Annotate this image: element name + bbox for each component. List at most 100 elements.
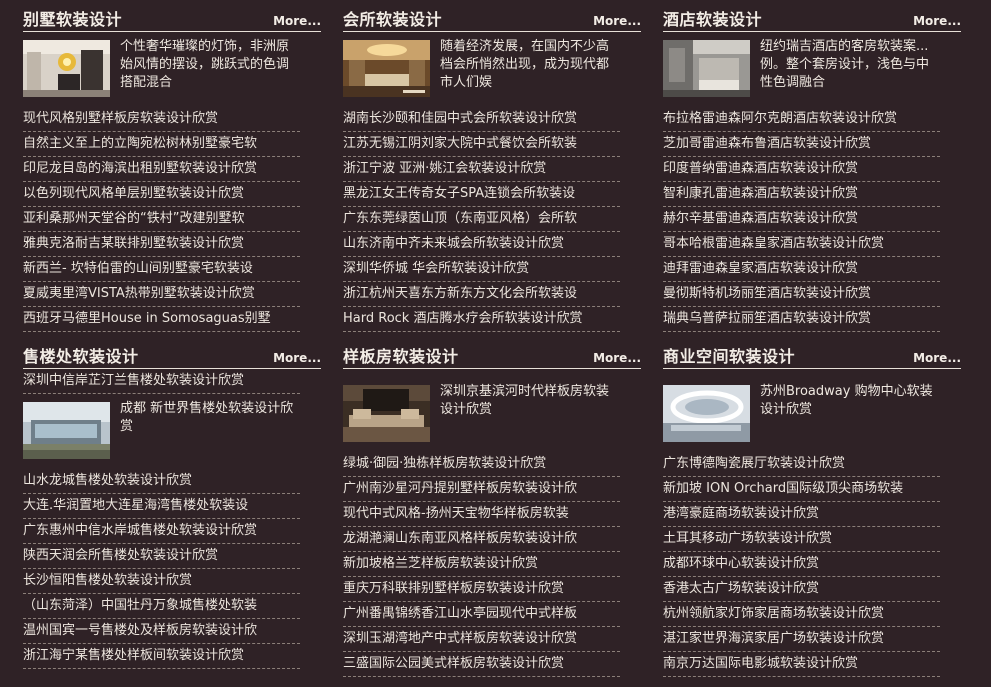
article-list: 广东博德陶瓷展厅软装设计欣赏 新加坡 ION Orchard国际级顶尖商场软装 …: [663, 452, 961, 677]
sales-office-section: 售楼处软装设计 More... 深圳中信岸芷汀兰售楼处软装设计欣赏 成都 新世界…: [23, 346, 321, 669]
feature-article[interactable]: 成都 新世界售楼处软装设计欣赏: [23, 400, 321, 469]
list-item[interactable]: 温州国宾一号售楼处及样板房软装设计欣: [23, 619, 300, 644]
list-item[interactable]: 广东惠州中信水岸城售楼处软装设计欣赏: [23, 519, 300, 544]
more-link[interactable]: More...: [913, 13, 961, 29]
more-link[interactable]: More...: [593, 13, 641, 29]
list-item[interactable]: 深圳中信岸芷汀兰售楼处软装设计欣赏: [23, 369, 300, 394]
feature-article[interactable]: 随着经济发展，在国内不少高档会所悄然出现，成为现代都市人们娱: [343, 38, 641, 107]
feature-thumbnail[interactable]: [23, 40, 110, 97]
feature-article[interactable]: 苏州Broadway 购物中心软装设计欣赏: [663, 383, 961, 452]
section-header: 商业空间软装设计 More...: [663, 346, 961, 369]
section-header: 会所软装设计 More...: [343, 9, 641, 32]
list-item[interactable]: 杭州领航家灯饰家居商场软装设计欣赏: [663, 602, 940, 627]
list-item[interactable]: 香港太古广场软装设计欣赏: [663, 577, 940, 602]
feature-thumbnail[interactable]: [343, 40, 430, 97]
list-item[interactable]: 亚利桑那州天堂谷的“铁村”改建别墅软: [23, 207, 300, 232]
article-list: 布拉格雷迪森阿尔克朗酒店软装设计欣赏 芝加哥雷迪森布鲁酒店软装设计欣赏 印度普纳…: [663, 107, 961, 332]
list-item[interactable]: 广东博德陶瓷展厅软装设计欣赏: [663, 452, 940, 477]
section-header: 酒店软装设计 More...: [663, 9, 961, 32]
list-item[interactable]: 大连.华润置地大连星海湾售楼处软装设: [23, 494, 300, 519]
section-title: 售楼处软装设计: [23, 347, 139, 366]
list-item[interactable]: 陕西天润会所售楼处软装设计欣赏: [23, 544, 300, 569]
list-item[interactable]: 迪拜雷迪森皇家酒店软装设计欣赏: [663, 257, 940, 282]
feature-description[interactable]: 成都 新世界售楼处软装设计欣赏: [120, 400, 300, 436]
list-item[interactable]: 土耳其移动广场软装设计欣赏: [663, 527, 940, 552]
feature-thumbnail[interactable]: [23, 402, 110, 459]
feature-description[interactable]: 深圳京基滨河时代样板房软装设计欣赏: [440, 383, 620, 419]
list-item[interactable]: 西班牙马德里House in Somosaguas别墅: [23, 307, 300, 332]
list-item[interactable]: 以色列现代风格单层别墅软装设计欣赏: [23, 182, 300, 207]
list-item[interactable]: 长沙恒阳售楼处软装设计欣赏: [23, 569, 300, 594]
list-item[interactable]: 浙江杭州天喜东方新东方文化会所软装设: [343, 282, 620, 307]
list-item[interactable]: 瑞典乌普萨拉丽笙酒店软装设计欣赏: [663, 307, 940, 332]
list-item[interactable]: 浙江宁波 亚洲·姚江会软装设计欣赏: [343, 157, 620, 182]
list-item[interactable]: 绿城·御园·独栋样板房软装设计欣赏: [343, 452, 620, 477]
list-item[interactable]: 重庆万科联排别墅样板房软装设计欣赏: [343, 577, 620, 602]
list-item[interactable]: 哥本哈根雷迪森皇家酒店软装设计欣赏: [663, 232, 940, 257]
article-list: 湖南长沙颐和佳园中式会所软装设计欣赏 江苏无锡江阴刘家大院中式餐饮会所软装 浙江…: [343, 107, 641, 332]
list-item[interactable]: 深圳玉湖湾地产中式样板房软装设计欣赏: [343, 627, 620, 652]
list-item[interactable]: 雅典克洛耐吉某联排别墅软装设计欣赏: [23, 232, 300, 257]
section-title: 别墅软装设计: [23, 10, 123, 29]
list-item[interactable]: 印尼龙目岛的海滨出租别墅软装设计欣赏: [23, 157, 300, 182]
list-item[interactable]: Hard Rock 酒店腾水疗会所软装设计欣赏: [343, 307, 620, 332]
commercial-section: 商业空间软装设计 More... 苏州Broadway 购物中心软装设计欣赏 广…: [663, 346, 961, 677]
list-item[interactable]: 深圳华侨城 华会所软装设计欣赏: [343, 257, 620, 282]
feature-article[interactable]: 纽约瑞吉酒店的客房软装案...例。整个套房设计，浅色与中性色调融合: [663, 38, 961, 107]
list-item[interactable]: 自然主义至上的立陶宛松树林别墅豪宅软: [23, 132, 300, 157]
feature-description[interactable]: 纽约瑞吉酒店的客房软装案...例。整个套房设计，浅色与中性色调融合: [760, 38, 940, 92]
list-item[interactable]: 新西兰- 坎特伯雷的山间别墅豪宅软装设: [23, 257, 300, 282]
list-item[interactable]: 现代中式风格-扬州天宝物华样板房软装: [343, 502, 620, 527]
list-item[interactable]: 港湾豪庭商场软装设计欣赏: [663, 502, 940, 527]
more-link[interactable]: More...: [273, 13, 321, 29]
article-list: 现代风格别墅样板房软装设计欣赏 自然主义至上的立陶宛松树林别墅豪宅软 印尼龙目岛…: [23, 107, 321, 332]
list-item[interactable]: 现代风格别墅样板房软装设计欣赏: [23, 107, 300, 132]
list-item[interactable]: 新加坡格兰芝样板房软装设计欣赏: [343, 552, 620, 577]
feature-description[interactable]: 个性奢华璀璨的灯饰，非洲原始风情的摆设，跳跃式的色调搭配混合: [120, 38, 300, 92]
article-list: 山水龙城售楼处软装设计欣赏 大连.华润置地大连星海湾售楼处软装设 广东惠州中信水…: [23, 469, 321, 669]
list-item[interactable]: 赫尔辛基雷迪森酒店软装设计欣赏: [663, 207, 940, 232]
list-item[interactable]: 印度普纳雷迪森酒店软装设计欣赏: [663, 157, 940, 182]
feature-thumbnail[interactable]: [663, 385, 750, 442]
list-item[interactable]: 成都环球中心软装设计欣赏: [663, 552, 940, 577]
article-list: 绿城·御园·独栋样板房软装设计欣赏 广州南沙星河丹提别墅样板房软装设计欣 现代中…: [343, 452, 641, 677]
feature-thumbnail[interactable]: [343, 385, 430, 442]
feature-description[interactable]: 苏州Broadway 购物中心软装设计欣赏: [760, 383, 940, 419]
list-item[interactable]: 布拉格雷迪森阿尔克朗酒店软装设计欣赏: [663, 107, 940, 132]
list-item[interactable]: 三盛国际公园美式样板房软装设计欣赏: [343, 652, 620, 677]
showroom-section: 样板房软装设计 More... 深圳京基滨河时代样板房软装设计欣赏 绿城·御园·…: [343, 346, 641, 677]
list-item[interactable]: 山东济南中齐未来城会所软装设计欣赏: [343, 232, 620, 257]
feature-article[interactable]: 个性奢华璀璨的灯饰，非洲原始风情的摆设，跳跃式的色调搭配混合: [23, 38, 321, 107]
more-link[interactable]: More...: [273, 350, 321, 366]
more-link[interactable]: More...: [593, 350, 641, 366]
list-item[interactable]: 龙湖滟澜山东南亚风格样板房软装设计欣: [343, 527, 620, 552]
section-title: 酒店软装设计: [663, 10, 763, 29]
list-item[interactable]: 夏威夷里湾VISTA热带别墅软装设计欣赏: [23, 282, 300, 307]
section-header: 样板房软装设计 More...: [343, 346, 641, 369]
list-item[interactable]: 黑龙江女王传奇女子SPA连锁会所软装设: [343, 182, 620, 207]
list-item[interactable]: （山东菏泽）中国牡丹万象城售楼处软装: [23, 594, 300, 619]
list-item[interactable]: 曼彻斯特机场丽笙酒店软装设计欣赏: [663, 282, 940, 307]
more-link[interactable]: More...: [913, 350, 961, 366]
list-item[interactable]: 广州番禺锦绣香江山水亭园现代中式样板: [343, 602, 620, 627]
section-title: 商业空间软装设计: [663, 347, 796, 366]
list-item[interactable]: 芝加哥雷迪森布鲁酒店软装设计欣赏: [663, 132, 940, 157]
club-section: 会所软装设计 More... 随着经济发展，在国内不少高档会所悄然出现，成为现代…: [343, 9, 641, 332]
feature-article[interactable]: 深圳京基滨河时代样板房软装设计欣赏: [343, 383, 641, 452]
list-item[interactable]: 湖南长沙颐和佳园中式会所软装设计欣赏: [343, 107, 620, 132]
list-item[interactable]: 新加坡 ION Orchard国际级顶尖商场软装: [663, 477, 940, 502]
list-item[interactable]: 湛江家世界海滨家居广场软装设计欣赏: [663, 627, 940, 652]
feature-description[interactable]: 随着经济发展，在国内不少高档会所悄然出现，成为现代都市人们娱: [440, 38, 620, 92]
list-item[interactable]: 山水龙城售楼处软装设计欣赏: [23, 469, 300, 494]
feature-thumbnail[interactable]: [663, 40, 750, 97]
section-title: 样板房软装设计: [343, 347, 459, 366]
list-item[interactable]: 江苏无锡江阴刘家大院中式餐饮会所软装: [343, 132, 620, 157]
villa-section: 别墅软装设计 More... 个性奢华璀璨的灯饰，非洲原始风情的摆设，跳跃式的色…: [23, 9, 321, 332]
list-item[interactable]: 智利康孔雷迪森酒店软装设计欣赏: [663, 182, 940, 207]
list-item[interactable]: 广州南沙星河丹提别墅样板房软装设计欣: [343, 477, 620, 502]
list-item[interactable]: 广东东莞绿茵山顶（东南亚风格）会所软: [343, 207, 620, 232]
hotel-section: 酒店软装设计 More... 纽约瑞吉酒店的客房软装案...例。整个套房设计，浅…: [663, 9, 961, 332]
list-item[interactable]: 南京万达国际电影城软装设计欣赏: [663, 652, 940, 677]
list-item[interactable]: 浙江海宁某售楼处样板间软装设计欣赏: [23, 644, 300, 669]
section-header: 售楼处软装设计 More...: [23, 346, 321, 369]
